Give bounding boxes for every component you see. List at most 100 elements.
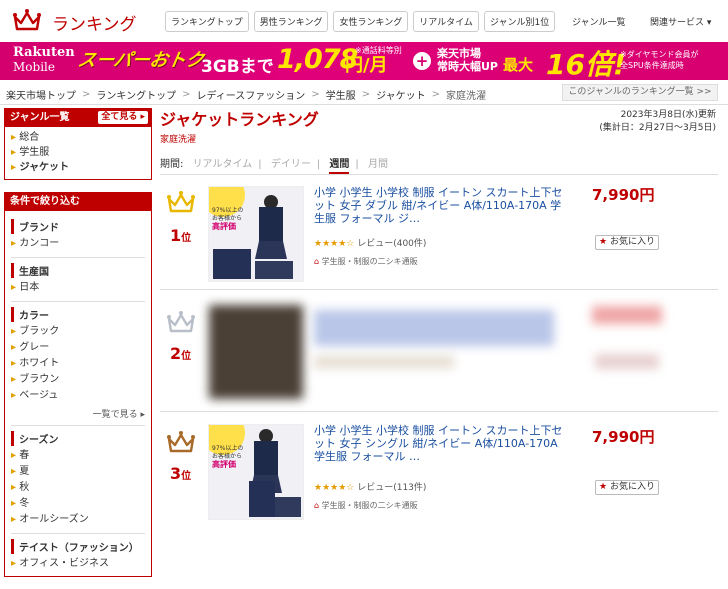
filter-color-heading: カラー: [11, 307, 145, 322]
favorite-button[interactable]: ★ お気に入り: [595, 480, 659, 495]
house-icon: ⌂: [314, 501, 320, 510]
banner-gb: 3GBまで: [201, 57, 274, 77]
house-icon: ⌂: [314, 257, 320, 266]
sidebar: ジャンル一覧 全て見る ▸ 総合 学生服 ジャケット 条件で絞り込む ブランド …: [4, 108, 152, 589]
filter-taste-heading: テイスト（ファッション）: [11, 539, 145, 554]
rank-suffix: 位: [181, 471, 192, 482]
update-date: 2023年3月8日(水)更新 (集計日：2月27日～3月5日): [599, 109, 716, 135]
filter-brand-kanko[interactable]: カンコー: [11, 236, 145, 252]
filter-color-white[interactable]: ホワイト: [11, 356, 145, 372]
main-content: ジャケットランキング 家庭洗濯 2023年3月8日(水)更新 (集計日：2月27…: [160, 106, 720, 520]
banner-note2: ※ダイヤモンド会員が 全SPU条件達成時: [620, 49, 698, 71]
note2-line1: ※ダイヤモンド会員が: [620, 50, 699, 59]
blurred-rating: [314, 356, 454, 368]
crown-logo-icon[interactable]: [12, 8, 42, 32]
logo-text[interactable]: ランキング: [52, 10, 137, 35]
blurred-favorite: [595, 354, 659, 369]
product-title-link[interactable]: 小学 小学生 小学校 制服 イートン スカート上下セット 女子 ダブル 紺/ネイ…: [314, 186, 569, 225]
shop-link[interactable]: ⌂ 学生服・制服の二シキ通販: [314, 256, 418, 267]
see-all-button[interactable]: 全て見る ▸: [98, 111, 148, 124]
genre-ranking-list-button[interactable]: このジャンルのランキング一覧 >>: [562, 84, 718, 101]
product-image[interactable]: 97%以上の お客様から 高評価: [208, 424, 304, 520]
filter-season-all[interactable]: オールシーズン: [11, 512, 145, 528]
filter-season-summer[interactable]: 夏: [11, 464, 145, 480]
related-services-link[interactable]: 関連サービス ▾: [650, 15, 711, 28]
crumb-sep: >: [431, 89, 440, 100]
filter-season-spring[interactable]: 春: [11, 448, 145, 464]
nav-male-ranking[interactable]: 男性ランキング: [253, 11, 329, 32]
uniform-photo: [209, 187, 293, 279]
blurred-title: [314, 310, 554, 346]
filter-color-black[interactable]: ブラック: [11, 324, 145, 340]
product-image[interactable]: 97%以上の お客様から 高評価: [208, 186, 304, 282]
filter-country-heading: 生産国: [11, 263, 145, 278]
shop-name[interactable]: 学生服・制服の二シキ通販: [322, 257, 418, 266]
filter-season-autumn[interactable]: 秋: [11, 480, 145, 496]
review-badge: 97%以上の お客様から 高評価: [212, 445, 243, 469]
tab-realtime[interactable]: リアルタイム: [193, 159, 253, 170]
review-count-link[interactable]: レビュー(400件): [357, 239, 426, 249]
crumb-sep: >: [361, 89, 371, 100]
genre-list-link[interactable]: ジャンル一覧: [572, 15, 626, 28]
badge-top: 97%以上の: [212, 445, 244, 452]
breadcrumb: 楽天市場トップ > ランキングトップ > レディースファッション > 学生服 > ジャケ…: [6, 87, 486, 102]
rank-number: 2位: [170, 344, 191, 363]
ranking-item: 1位 97%以上の お客様から 高評価 小学 小学生 小学校 制服 イートン ス…: [160, 180, 718, 290]
rank-suffix: 位: [181, 351, 192, 362]
favorite-button[interactable]: ★ お気に入り: [595, 235, 659, 250]
tab-weekly[interactable]: 週間: [329, 159, 350, 174]
crumb-sep: >: [311, 89, 320, 100]
silver-crown-icon: [167, 311, 195, 333]
filter-color-gray[interactable]: グレー: [11, 340, 145, 356]
genre-item-jacket[interactable]: ジャケット: [11, 160, 145, 175]
filter-color-brown[interactable]: ブラウン: [11, 372, 145, 388]
filter-box-header: 条件で絞り込む: [5, 193, 151, 211]
product-price: 7,990円: [592, 186, 655, 204]
filter-season-winter[interactable]: 冬: [11, 496, 145, 512]
rating[interactable]: ★★★★☆ レビュー(400件): [314, 236, 426, 249]
plus-icon: +: [413, 52, 431, 70]
page-header: ランキング ランキングトップ 男性ランキング 女性ランキング リアルタイム ジャ…: [0, 0, 728, 40]
filter-season-heading: シーズン: [11, 431, 145, 446]
genre-item-school-uniform[interactable]: 学生服: [11, 145, 145, 160]
tab-monthly[interactable]: 月間: [368, 159, 388, 170]
uniform-photo: [209, 425, 301, 517]
favorite-label: お気に入り: [609, 237, 655, 247]
crumb-ladies[interactable]: レディースファッション: [196, 87, 305, 102]
badge-top: 97%以上の: [212, 207, 244, 214]
note2-line2: 全SPU条件達成時: [620, 61, 684, 70]
crumb-rakuten-top[interactable]: 楽天市場トップ: [6, 87, 76, 102]
genre-box-header: ジャンル一覧 全て見る ▸: [5, 109, 151, 127]
filter-country-japan[interactable]: 日本: [11, 280, 145, 296]
super-deal-text: スーパーおトク: [76, 50, 206, 71]
crumb-jacket[interactable]: ジャケット: [376, 87, 426, 102]
promo-banner[interactable]: Rakuten Mobile スーパーおトク 3GBまで 1,078 円/月 ※…: [0, 42, 728, 81]
color-see-list-link[interactable]: 一覧で見る ▸: [11, 407, 145, 420]
product-image-blurred[interactable]: [208, 304, 304, 400]
genre-box-body: 総合 学生服 ジャケット: [5, 127, 151, 179]
nav-genre-top[interactable]: ジャンル別1位: [483, 11, 556, 32]
crumb-ranking-top[interactable]: ランキングトップ: [96, 87, 176, 102]
tab-daily[interactable]: デイリー: [271, 159, 311, 170]
rating[interactable]: ★★★★☆ レビュー(113件): [314, 480, 426, 493]
review-count-link[interactable]: レビュー(113件): [357, 483, 426, 493]
crumb-sep: >: [182, 89, 191, 100]
blurred-price: [592, 306, 662, 324]
product-title-link[interactable]: 小学 小学生 小学校 制服 イートン スカート上下セット 女子 シングル 紺/ネ…: [314, 424, 569, 463]
nav-ranking-top[interactable]: ランキングトップ: [165, 11, 249, 32]
rakuten-mobile-logo: Rakuten Mobile: [13, 46, 75, 75]
gold-crown-icon: [167, 191, 195, 213]
genre-item-all[interactable]: 総合: [11, 130, 145, 145]
nav-female-ranking[interactable]: 女性ランキング: [333, 11, 409, 32]
rating-stars: ★★★★☆: [314, 483, 355, 493]
filter-color-beige[interactable]: ベージュ: [11, 388, 145, 404]
shop-link[interactable]: ⌂ 学生服・制服の二シキ通販: [314, 500, 418, 511]
shop-name[interactable]: 学生服・制服の二シキ通販: [322, 501, 418, 510]
crumb-school-uniform[interactable]: 学生服: [326, 87, 356, 102]
nav-realtime[interactable]: リアルタイム: [413, 11, 479, 32]
updated-text: 2023年3月8日(水)更新: [620, 110, 716, 120]
banner-max: 最大: [503, 56, 534, 74]
tab-sep: |: [316, 159, 321, 170]
filter-taste-office[interactable]: オフィス・ビジネス: [11, 556, 145, 572]
divider: [11, 301, 145, 302]
